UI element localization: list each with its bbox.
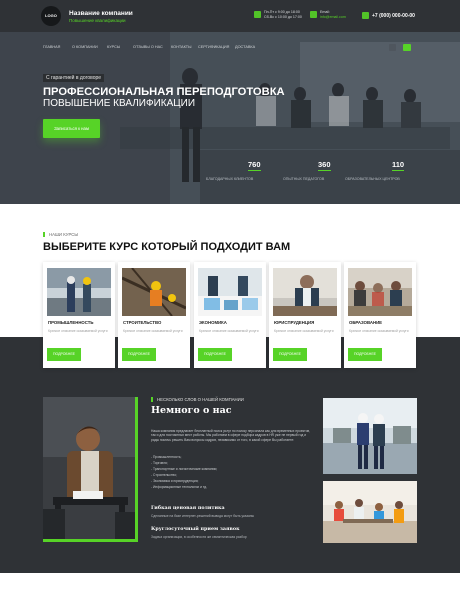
team-photo — [323, 398, 417, 474]
course-image — [198, 268, 262, 316]
course-image — [348, 268, 412, 316]
stat-value: 360 — [318, 160, 331, 171]
about-title: Немного о нас — [151, 405, 232, 416]
office-photo — [323, 481, 417, 543]
course-description: Краткое описание оказываемой услуги — [123, 329, 183, 333]
course-card[interactable]: ПРОМЫШЛЕННОСТЬ Краткое описание оказывае… — [43, 262, 115, 368]
hero-title-line-2: ПОВЫШЕНИЕ КВАЛИФИКАЦИИ — [43, 98, 196, 109]
course-title: СТРОИТЕЛЬСТВО — [123, 320, 162, 325]
accent-frame — [43, 539, 138, 542]
phone-icon — [362, 12, 369, 19]
course-card[interactable]: СТРОИТЕЛЬСТВО Краткое описание оказываем… — [118, 262, 190, 368]
nav-item-certification[interactable]: СЕРТИФИКАЦИЯ — [198, 45, 229, 49]
stat-label: БЛАГОДАРНЫХ КЛИЕНТОВ — [206, 177, 254, 181]
about-list-item: - Строительство; — [151, 473, 177, 477]
nav-item-courses[interactable]: КУРСЫ — [107, 45, 120, 49]
course-card[interactable]: ЮРИСПРУДЕНЦИЯ Краткое описание оказываем… — [269, 262, 341, 368]
stat-label: ОПЫТНЫХ ПЕДАГОГОВ — [283, 177, 325, 181]
nav-item-contacts[interactable]: КОНТАКТЫ — [171, 45, 191, 49]
stat-value: 760 — [248, 160, 261, 171]
course-title: ЮРИСПРУДЕНЦИЯ — [274, 320, 315, 325]
course-details-button[interactable]: ПОДРОБНЕЕ — [47, 348, 81, 361]
course-card[interactable]: ОБРАЗОВАНИЕ Краткое описание оказываемой… — [344, 262, 416, 368]
phone-number[interactable]: +7 (000) 000-00-00 — [372, 13, 415, 19]
about-list-item: - Торговля; — [151, 461, 168, 465]
about-list-item: - Промышленность; — [151, 455, 182, 459]
schedule-line-2: Сб-Вс с 10:00 до 17:00 — [264, 15, 302, 19]
page: LOGO Название компании Повышение квалифи… — [0, 0, 460, 600]
nav-item-reviews[interactable]: ОТЗЫВЫ О НАС — [133, 45, 163, 49]
search-icon[interactable] — [389, 44, 396, 51]
about-photo — [43, 397, 138, 542]
course-description: Краткое описание оказываемой услуги — [274, 329, 334, 333]
mail-icon — [310, 11, 317, 18]
about-list-item: - Экономика и юриспруденция; — [151, 479, 199, 483]
course-title: ОБРАЗОВАНИЕ — [349, 320, 383, 325]
hero-badge: С гарантией в договоре — [43, 74, 105, 82]
courses-eyebrow: НАШИ КУРСЫ — [43, 232, 78, 237]
about-eyebrow: НЕСКОЛЬКО СЛОВ О НАШЕЙ КОМПАНИИ — [151, 397, 244, 402]
about-paragraph: Наша компания предлагает бесплатный поис… — [151, 429, 311, 442]
course-image — [273, 268, 337, 316]
hero-title-line-1: ПРОФЕССИОНАЛЬНАЯ ПЕРЕПОДГОТОВКА — [43, 86, 285, 98]
about-list-item: - Транспортные и логистические компании; — [151, 467, 218, 471]
course-image — [122, 268, 186, 316]
course-description: Краткое описание оказываемой услуги — [349, 329, 409, 333]
course-image — [47, 268, 111, 316]
course-description: Краткое описание оказываемой услуги — [199, 329, 259, 333]
feature-title: Гибкая ценовая политика — [151, 505, 225, 511]
nav-item-delivery[interactable]: ДОСТАВКА — [235, 45, 255, 49]
hero-section: ГЛАВНАЯ О КОМПАНИИ КУРСЫ ОТЗЫВЫ О НАС КО… — [0, 32, 460, 204]
about-list-item: - Информационные технологии и тд. — [151, 485, 208, 489]
company-name: Название компании — [69, 10, 133, 17]
course-card[interactable]: ЭКОНОМИКА Краткое описание оказываемой у… — [194, 262, 266, 368]
course-description: Краткое описание оказываемой услуги — [48, 329, 108, 333]
course-details-button[interactable]: ПОДРОБНЕЕ — [273, 348, 307, 361]
feature-title: Круглосуточный прием заявок — [151, 526, 240, 532]
feature-text: Сделанные на базе интернет-решений вывод… — [151, 514, 255, 518]
email-link[interactable]: info@email.com — [320, 15, 346, 20]
feature-text: Задача организации, в особенности же сем… — [151, 535, 247, 539]
logo[interactable]: LOGO — [41, 6, 61, 26]
accent-frame — [135, 397, 138, 542]
menu-icon[interactable] — [403, 44, 411, 51]
company-tagline: Повышение квалификации — [69, 18, 126, 23]
course-title: ЭКОНОМИКА — [199, 320, 227, 325]
course-title: ПРОМЫШЛЕННОСТЬ — [48, 320, 94, 325]
clock-icon — [254, 11, 261, 18]
course-details-button[interactable]: ПОДРОБНЕЕ — [348, 348, 382, 361]
stat-value: 110 — [392, 160, 405, 171]
course-details-button[interactable]: ПОДРОБНЕЕ — [198, 348, 232, 361]
top-bar: LOGO Название компании Повышение квалифи… — [0, 0, 460, 32]
nav-item-home[interactable]: ГЛАВНАЯ — [43, 45, 60, 49]
course-details-button[interactable]: ПОДРОБНЕЕ — [122, 348, 156, 361]
signup-button[interactable]: Записаться к нам — [43, 119, 100, 138]
stat-label: ОБРАЗОВАТЕЛЬНЫХ ЦЕНТРОВ — [345, 177, 400, 181]
nav-item-about[interactable]: О КОМПАНИИ — [72, 45, 98, 49]
courses-title: ВЫБЕРИТЕ КУРС КОТОРЫЙ ПОДХОДИТ ВАМ — [43, 241, 291, 253]
